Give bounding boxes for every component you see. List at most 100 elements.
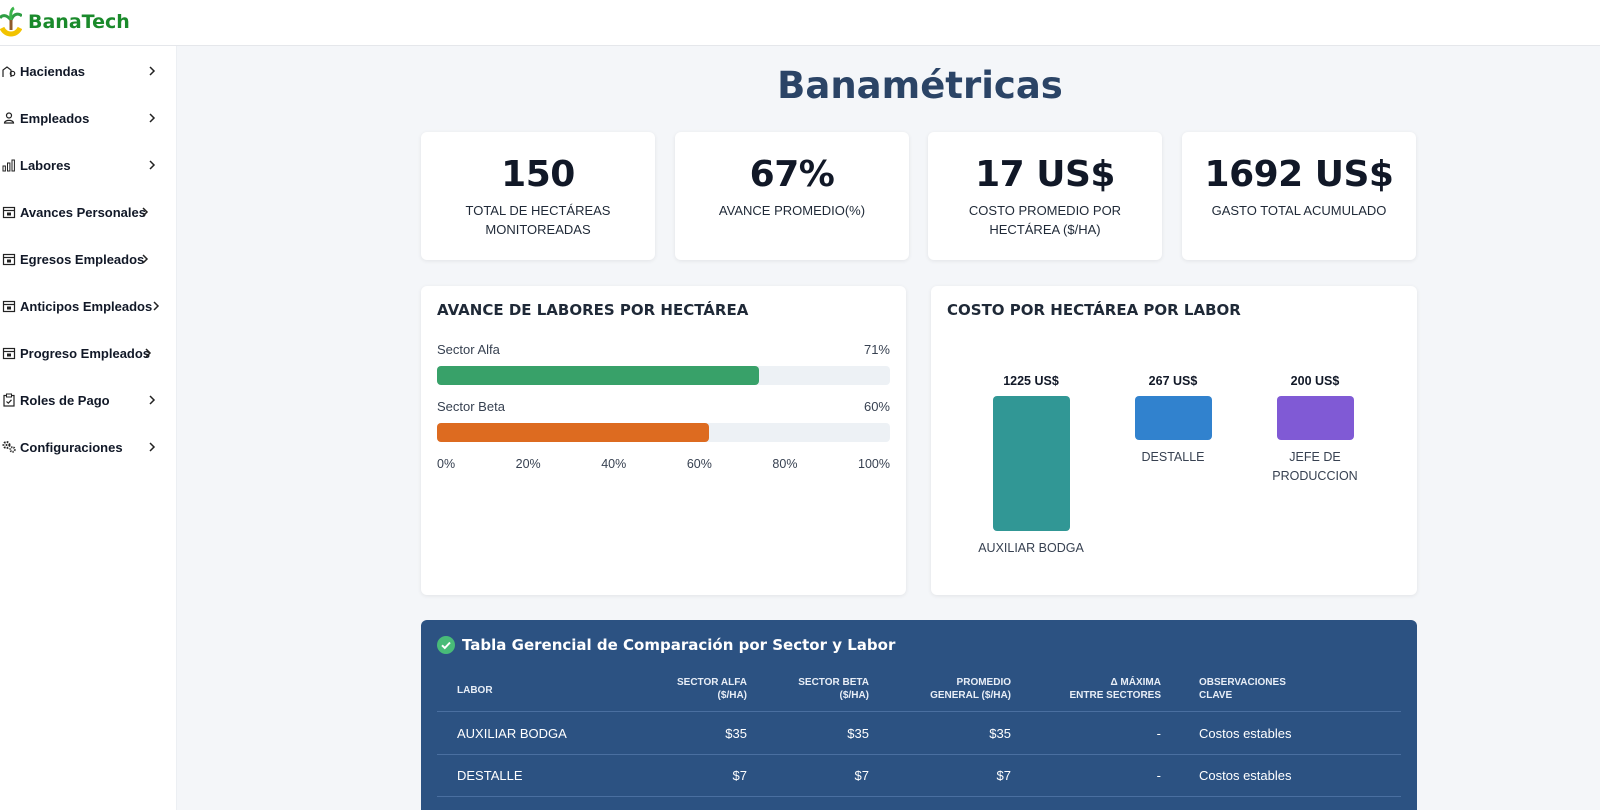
card-title: COSTO POR HECTÁREA POR LABOR (947, 301, 1241, 319)
calendar-icon (2, 300, 16, 313)
table-title: Tabla Gerencial de Comparación por Secto… (437, 636, 895, 654)
tick-label: 80% (772, 457, 798, 471)
chevron-right-icon (142, 207, 149, 217)
chevron-right-icon (149, 442, 156, 452)
cell-promedio: $7 (996, 768, 1011, 783)
bar-label: Sector Beta (437, 399, 505, 414)
column-header-sector-alfa[interactable]: Sector Alfa ($/Ha) (677, 676, 747, 702)
cell-promedio: $35 (989, 726, 1011, 741)
user-icon (3, 112, 15, 124)
column-header-sector-beta[interactable]: Sector Beta ($/Ha) (798, 676, 869, 702)
sidebar-item-label: Haciendas (20, 63, 86, 79)
bar-value-label: 71% (863, 342, 890, 357)
sidebar-item-anticipos-empleados[interactable]: Anticipos Empleados (0, 293, 165, 319)
cell-sector-alfa: $7 (732, 768, 747, 783)
bar-category-label: Destalle (1141, 450, 1205, 464)
sidebar-item-avances-personales[interactable]: Avances Personales (0, 199, 165, 225)
x-axis-ticks: 0% 20% 40% 60% 80% 100% (437, 457, 890, 471)
cell-labor: AUXILIAR BODGA (457, 726, 567, 741)
cell-observaciones: Costos estables (1199, 726, 1292, 741)
kpi-label: Total de Hectáreas Monitoreadas (465, 203, 611, 237)
kpi-value: 1692 US$ (1204, 154, 1394, 195)
sidebar-item-label: Labores (20, 157, 71, 173)
cell-delta: - (1156, 726, 1161, 741)
column-header-labor[interactable]: Labor (457, 684, 493, 697)
progress-chart-card: AVANCE DE LABORES POR HECTÁREA Sector Al… (421, 286, 906, 595)
column-header-delta-maxima[interactable]: Δ Máxima Entre Sectores (1070, 676, 1162, 702)
sidebar-item-egresos-empleados[interactable]: Egresos Empleados (0, 246, 165, 272)
page-title: Banamétricas (777, 64, 1063, 107)
column-header-promedio[interactable]: Promedio General ($/Ha) (930, 676, 1011, 702)
bar-jefe-de-produccion (1277, 396, 1354, 440)
tick-label: 40% (601, 457, 627, 471)
bar-chart-icon (2, 159, 15, 172)
kpi-card-costo: 17 US$ Costo Promedio por Hectárea ($/Ha… (928, 132, 1162, 260)
chevron-right-icon (149, 160, 156, 170)
cell-sector-alfa: $35 (725, 726, 747, 741)
cost-chart-card: COSTO POR HECTÁREA POR LABOR 1225 US$ Au… (931, 286, 1417, 595)
calendar-icon (2, 347, 16, 360)
sidebar-item-roles-de-pago[interactable]: Roles de Pago (0, 387, 165, 413)
kpi-value: 150 (501, 154, 575, 195)
bar-sector-alfa (437, 366, 759, 385)
brand-logo[interactable]: BanaTech (0, 4, 130, 40)
tick-label: 20% (515, 457, 541, 471)
sidebar-item-label: Empleados (20, 110, 90, 126)
sidebar-item-progreso-empleados[interactable]: Progreso Empleados (0, 340, 165, 366)
kpi-card-gasto: 1692 US$ Gasto Total Acumulado (1182, 132, 1416, 260)
sidebar-item-label: Anticipos Empleados (20, 298, 153, 314)
bar-destalle (1135, 396, 1212, 440)
cell-sector-beta: $7 (854, 768, 869, 783)
bar-sector-beta (437, 423, 709, 442)
clipboard-icon (3, 393, 15, 407)
sidebar-item-label: Progreso Empleados (20, 345, 151, 361)
chevron-right-icon (153, 301, 160, 311)
sidebar-item-label: Configuraciones (20, 439, 123, 455)
kpi-label: Costo Promedio por Hectárea ($/Ha) (968, 203, 1122, 237)
sidebar-item-label: Roles de Pago (20, 392, 110, 408)
sidebar-item-label: Avances Personales (20, 204, 146, 220)
bar-category-label: Jefe de Produccion (1272, 450, 1358, 483)
cell-observaciones: Costos estables (1199, 768, 1292, 783)
top-bar: BanaTech (0, 0, 1600, 46)
kpi-card-hectareas: 150 Total de Hectáreas Monitoreadas (421, 132, 655, 260)
kpi-value: 67% (749, 154, 835, 195)
cell-delta: - (1156, 768, 1161, 783)
bar-value-label: 267 US$ (1148, 374, 1198, 388)
bar-value-label: 60% (863, 399, 890, 414)
calendar-icon (2, 206, 16, 219)
chevron-right-icon (145, 348, 152, 358)
farm-icon (2, 66, 16, 77)
bar-label: Sector Alfa (437, 342, 500, 357)
chevron-right-icon (149, 66, 156, 76)
cell-sector-beta: $35 (847, 726, 869, 741)
gears-icon (2, 441, 16, 453)
table-row: DESTALLE $7 $7 $7 - Costos estables (437, 755, 1401, 797)
bar-track (437, 366, 890, 385)
comparison-table-card: Tabla Gerencial de Comparación por Secto… (421, 620, 1417, 810)
kpi-value: 17 US$ (975, 154, 1115, 195)
table-title-text: Tabla Gerencial de Comparación por Secto… (462, 636, 896, 654)
bar-track (437, 423, 890, 442)
cell-labor: DESTALLE (457, 768, 523, 783)
sidebar-item-empleados[interactable]: Empleados (0, 105, 165, 131)
sidebar-item-haciendas[interactable]: Haciendas (0, 58, 165, 84)
chevron-right-icon (149, 395, 156, 405)
bar-category-label: Auxiliar Bodga (978, 541, 1084, 555)
bar-auxiliar-bodga (993, 396, 1070, 531)
sidebar-item-configuraciones[interactable]: Configuraciones (0, 434, 165, 460)
sidebar-item-labores[interactable]: Labores (0, 152, 165, 178)
chevron-right-icon (149, 113, 156, 123)
bar-value-label: 1225 US$ (1003, 374, 1059, 388)
column-header-observaciones[interactable]: Observaciones Clave (1199, 676, 1286, 702)
table-row: AUXILIAR BODGA $35 $35 $35 - Costos esta… (437, 713, 1401, 755)
calendar-icon (2, 253, 16, 266)
card-title: AVANCE DE LABORES POR HECTÁREA (437, 301, 749, 319)
chevron-right-icon (142, 254, 149, 264)
table-header: Labor Sector Alfa ($/Ha) Sector Beta ($/Ha… (437, 674, 1401, 712)
kpi-card-avance: 67% Avance Promedio(%) (675, 132, 909, 260)
tick-label: 60% (686, 457, 712, 471)
sidebar: Haciendas Empleados Labores Avances Pers… (0, 46, 177, 810)
sidebar-item-label: Egresos Empleados (20, 251, 145, 267)
brand-name: BanaTech (28, 11, 130, 33)
